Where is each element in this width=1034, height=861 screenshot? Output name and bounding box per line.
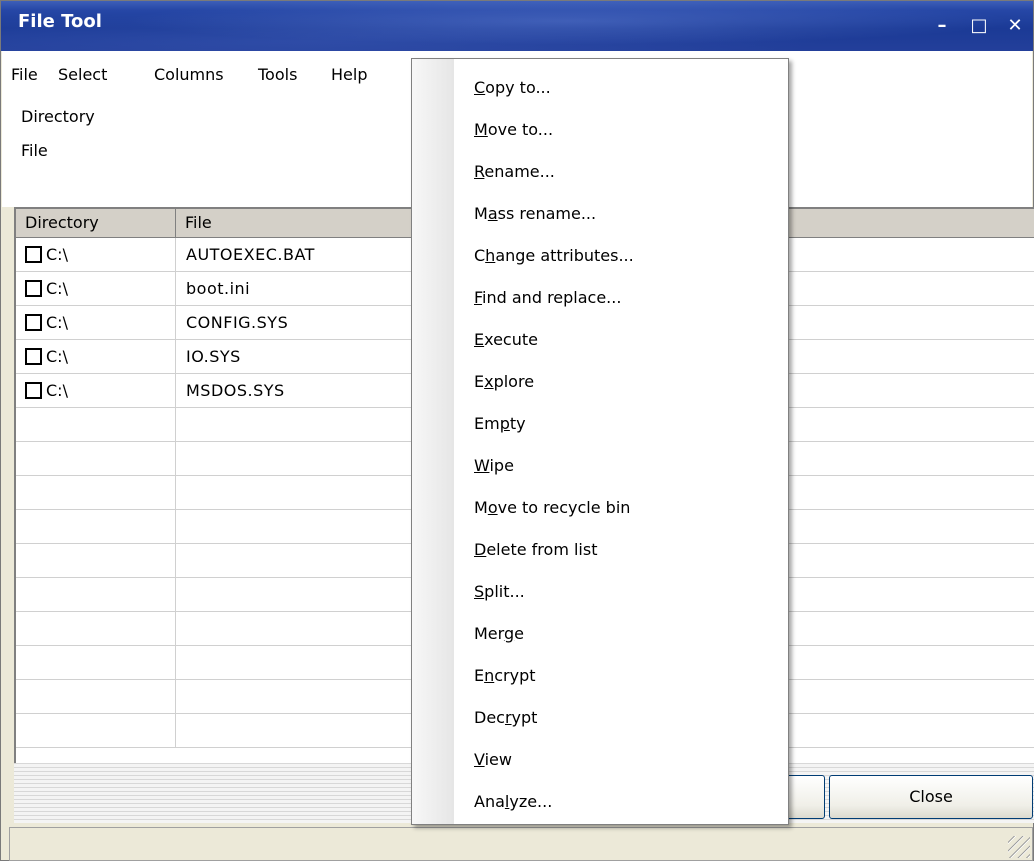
- menu-item-mass-rename[interactable]: Mass rename...: [474, 204, 596, 223]
- empty-cell: [16, 714, 176, 747]
- file-value: CONFIG.SYS: [186, 313, 289, 332]
- menu-item-execute[interactable]: Execute: [474, 330, 538, 349]
- menu-tools[interactable]: Tools: [258, 65, 297, 84]
- menu-columns[interactable]: Columns: [154, 65, 224, 84]
- minimize-button[interactable]: –: [931, 15, 953, 37]
- directory-value: C:\: [46, 381, 68, 400]
- title-bar[interactable]: File Tool – □ ✕: [1, 1, 1033, 51]
- file-value: boot.ini: [186, 279, 251, 298]
- menu-item-merge[interactable]: Merge: [474, 624, 524, 643]
- row-checkbox[interactable]: [25, 280, 42, 297]
- menu-item-empty[interactable]: Empty: [474, 414, 526, 433]
- directory-cell: C:\: [16, 340, 176, 373]
- directory-value: C:\: [46, 347, 68, 366]
- menu-item-split[interactable]: Split...: [474, 582, 525, 601]
- directory-cell: C:\: [16, 272, 176, 305]
- directory-cell: C:\: [16, 306, 176, 339]
- file-value: IO.SYS: [186, 347, 241, 366]
- maximize-button[interactable]: □: [968, 15, 990, 37]
- info-directory-label: Directory: [21, 107, 95, 126]
- menu-item-wipe[interactable]: Wipe: [474, 456, 514, 475]
- column-header-directory[interactable]: Directory: [16, 209, 176, 237]
- close-window-button[interactable]: ✕: [1004, 15, 1026, 37]
- context-menu-gutter: [412, 59, 454, 824]
- directory-cell: C:\: [16, 374, 176, 407]
- menu-item-rename[interactable]: Rename...: [474, 162, 555, 181]
- directory-value: C:\: [46, 279, 68, 298]
- directory-value: C:\: [46, 313, 68, 332]
- menu-item-encrypt[interactable]: Encrypt: [474, 666, 536, 685]
- menu-select[interactable]: Select: [58, 65, 107, 84]
- menu-item-analyze[interactable]: Analyze...: [474, 792, 552, 811]
- menu-item-delete-from-list[interactable]: Delete from list: [474, 540, 597, 559]
- close-button[interactable]: Close: [829, 775, 1033, 819]
- empty-cell: [16, 646, 176, 679]
- info-file-label: File: [21, 141, 48, 160]
- empty-cell: [16, 442, 176, 475]
- file-value: AUTOEXEC.BAT: [186, 245, 315, 264]
- menu-help[interactable]: Help: [331, 65, 367, 84]
- status-bar: [9, 827, 1033, 861]
- empty-cell: [16, 544, 176, 577]
- empty-cell: [16, 476, 176, 509]
- context-menu: Copy to... Move to... Rename... Mass ren…: [411, 58, 789, 825]
- empty-cell: [16, 612, 176, 645]
- menu-item-move-to[interactable]: Move to...: [474, 120, 553, 139]
- menu-item-change-attributes[interactable]: Change attributes...: [474, 246, 634, 265]
- menu-item-decrypt[interactable]: Decrypt: [474, 708, 537, 727]
- menu-item-explore[interactable]: Explore: [474, 372, 534, 391]
- menu-item-copy-to[interactable]: Copy to...: [474, 78, 551, 97]
- directory-value: C:\: [46, 245, 68, 264]
- row-checkbox[interactable]: [25, 246, 42, 263]
- row-checkbox[interactable]: [25, 314, 42, 331]
- resize-grip-icon[interactable]: [1008, 836, 1030, 858]
- row-checkbox[interactable]: [25, 348, 42, 365]
- menu-item-move-to-recycle-bin[interactable]: Move to recycle bin: [474, 498, 630, 517]
- row-checkbox[interactable]: [25, 382, 42, 399]
- empty-cell: [16, 578, 176, 611]
- menu-file[interactable]: File: [11, 65, 38, 84]
- file-value: MSDOS.SYS: [186, 381, 285, 400]
- empty-cell: [16, 408, 176, 441]
- menu-item-view[interactable]: View: [474, 750, 512, 769]
- menu-item-find-and-replace[interactable]: Find and replace...: [474, 288, 621, 307]
- window-title: File Tool: [18, 11, 102, 32]
- empty-cell: [16, 680, 176, 713]
- empty-cell: [16, 510, 176, 543]
- title-bar-texture: [1, 1, 1033, 51]
- directory-cell: C:\: [16, 238, 176, 271]
